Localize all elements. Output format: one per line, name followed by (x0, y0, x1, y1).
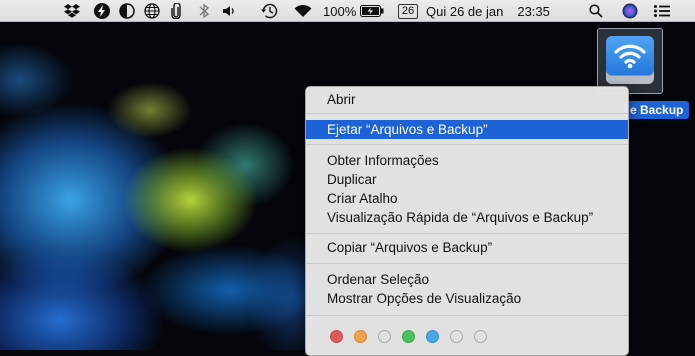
menu-item-duplicar[interactable]: Duplicar (306, 170, 628, 189)
date-text: Qui 26 de jan (426, 3, 504, 19)
dropbox-icon[interactable] (61, 0, 83, 22)
menu-item-visualizacao-rapida[interactable]: Visualização Rápida de “Arquivos e Backu… (306, 208, 628, 227)
calendar-badge[interactable]: 26 (395, 0, 421, 22)
drive-label[interactable]: e Backup (624, 101, 690, 119)
menu-separator (306, 263, 628, 264)
contrast-icon[interactable] (117, 0, 137, 22)
time-machine-icon[interactable] (258, 0, 280, 22)
menu-item-ejetar[interactable]: Ejetar “Arquivos e Backup” (306, 120, 628, 139)
menu-item-mostrar-opcoes[interactable]: Mostrar Opções de Visualização (306, 289, 628, 308)
menu-separator (306, 113, 628, 114)
drive-wifi-icon (614, 44, 646, 69)
menu-item-ordenar-selecao[interactable]: Ordenar Seleção (306, 270, 628, 289)
battery-charging-icon (360, 5, 384, 17)
flash-icon[interactable] (92, 0, 112, 22)
time-text: 23:35 (517, 3, 550, 19)
tag-yellow[interactable] (378, 330, 391, 343)
tag-red[interactable] (330, 330, 343, 343)
external-drive-icon[interactable] (597, 28, 663, 94)
paperclip-icon[interactable] (167, 0, 185, 22)
menu-item-abrir[interactable]: Abrir (306, 90, 628, 109)
tag-blue[interactable] (426, 330, 439, 343)
menu-item-criar-atalho[interactable]: Criar Atalho (306, 189, 628, 208)
tag-gray[interactable] (474, 330, 487, 343)
menu-separator (306, 315, 628, 316)
notification-center-icon[interactable] (651, 0, 673, 22)
globe-icon[interactable] (142, 0, 162, 22)
menu-separator (306, 144, 628, 145)
tag-orange[interactable] (354, 330, 367, 343)
clock[interactable]: Qui 26 de jan 23:35 (426, 0, 586, 22)
drive-body (606, 36, 654, 84)
volume-icon[interactable] (220, 0, 240, 22)
menu-item-copiar[interactable]: Copiar “Arquivos e Backup” (306, 238, 628, 257)
menu-separator (306, 233, 628, 234)
tag-green[interactable] (402, 330, 415, 343)
battery-indicator[interactable]: 100% (323, 0, 385, 22)
menu-bar: 100% 26 Qui 26 de jan 23:35 (0, 0, 695, 22)
siri-icon[interactable] (619, 0, 641, 22)
battery-percent: 100% (323, 3, 357, 19)
tag-purple[interactable] (450, 330, 463, 343)
context-menu: Abrir Ejetar “Arquivos e Backup” Obter I… (305, 86, 629, 356)
bluetooth-icon[interactable] (195, 0, 213, 22)
wifi-icon[interactable] (292, 0, 314, 22)
spotlight-icon[interactable] (586, 0, 606, 22)
menu-item-obter-informacoes[interactable]: Obter Informações (306, 151, 628, 170)
